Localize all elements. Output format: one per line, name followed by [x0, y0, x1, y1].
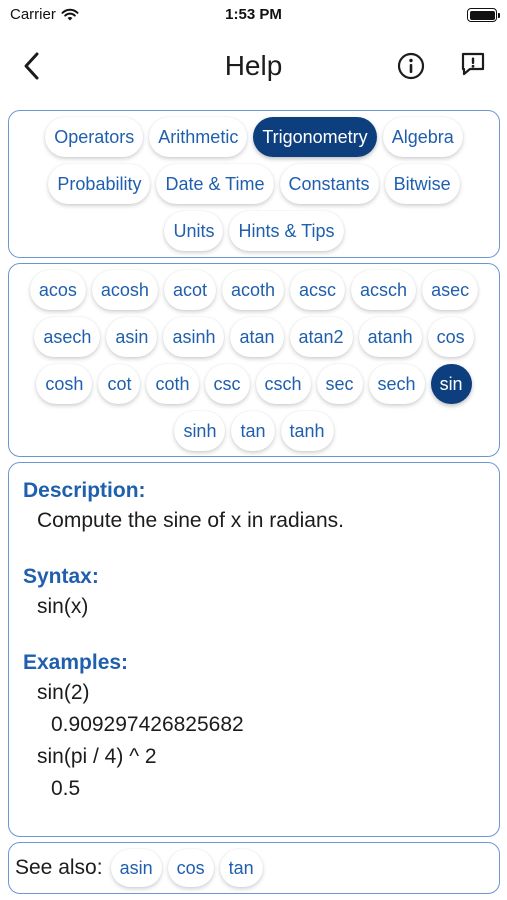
battery-icon	[467, 8, 500, 22]
function-chip-atanh[interactable]: atanh	[358, 317, 422, 357]
category-chip-list: Operators Arithmetic Trigonometry Algebra Pr…	[9, 111, 499, 257]
function-chip-acsch[interactable]: acsch	[351, 270, 417, 310]
function-panel: acos acosh acot acoth acsc acsch asec asech asin…	[8, 263, 500, 457]
exclamation-bubble-icon	[461, 52, 485, 76]
function-chip-asin[interactable]: asin	[106, 317, 158, 357]
example-output: 0.5	[51, 777, 81, 800]
category-chip-algebra[interactable]: Algebra	[382, 117, 463, 157]
category-chip-bitwise[interactable]: Bitwise	[384, 164, 460, 204]
syntax-heading: Syntax:	[23, 565, 99, 588]
function-chip-acosh[interactable]: acosh	[91, 270, 158, 310]
function-chip-sinh[interactable]: sinh	[174, 411, 226, 451]
function-chip-asech[interactable]: asech	[34, 317, 101, 357]
function-chip-sech[interactable]: sech	[368, 364, 425, 404]
function-chip-cosh[interactable]: cosh	[36, 364, 93, 404]
see-also-chip-tan[interactable]: tan	[219, 849, 263, 887]
function-detail-panel: Description: Compute the sine of x in ra…	[8, 462, 500, 837]
status-time: 1:53 PM	[225, 6, 282, 23]
function-chip-cos[interactable]: cos	[427, 317, 474, 357]
navigation-bar: Help	[0, 36, 507, 96]
function-chip-acos[interactable]: acos	[29, 270, 86, 310]
syntax-text: sin(x)	[37, 595, 89, 618]
category-chip-arithmetic[interactable]: Arithmetic	[149, 117, 248, 157]
status-bar: Carrier 1:53 PM	[0, 0, 507, 32]
category-chip-constants[interactable]: Constants	[279, 164, 379, 204]
see-also-chip-cos[interactable]: cos	[167, 849, 214, 887]
example-output: 0.909297426825682	[51, 713, 244, 736]
category-chip-date-and-time[interactable]: Date & Time	[156, 164, 274, 204]
see-also-panel: See also: asin cos tan	[8, 842, 500, 894]
examples-heading: Examples:	[23, 651, 129, 674]
description-text: Compute the sine of x in radians.	[37, 509, 345, 532]
function-chip-atan2[interactable]: atan2	[289, 317, 353, 357]
category-panel: Operators Arithmetic Trigonometry Algebra Pr…	[8, 110, 500, 258]
function-chip-asinh[interactable]: asinh	[163, 317, 225, 357]
function-chip-acoth[interactable]: acoth	[221, 270, 285, 310]
function-chip-tanh[interactable]: tanh	[280, 411, 334, 451]
category-chip-units[interactable]: Units	[164, 211, 224, 251]
function-chip-csch[interactable]: csch	[255, 364, 311, 404]
function-chip-list: acos acosh acot acoth acsc acsch asec asech asin…	[9, 264, 499, 457]
function-chip-tan[interactable]: tan	[231, 411, 275, 451]
category-chip-probability[interactable]: Probability	[48, 164, 151, 204]
description-heading: Description:	[23, 479, 146, 502]
function-chip-acot[interactable]: acot	[163, 270, 216, 310]
function-chip-acsc[interactable]: acsc	[290, 270, 346, 310]
function-chip-coth[interactable]: coth	[146, 364, 199, 404]
category-chip-operators[interactable]: Operators	[45, 117, 144, 157]
function-chip-cot[interactable]: cot	[98, 364, 141, 404]
page-title: Help	[224, 50, 283, 81]
function-chip-sin[interactable]: sin	[430, 364, 472, 404]
function-chip-sec[interactable]: sec	[316, 364, 363, 404]
category-chip-trigonometry[interactable]: Trigonometry	[253, 117, 377, 157]
see-also-label: See also:	[15, 856, 103, 879]
example-input: sin(pi / 4) ^ 2	[37, 745, 157, 768]
info-button[interactable]	[395, 50, 427, 82]
function-chip-asec[interactable]: asec	[422, 270, 479, 310]
example-input: sin(2)	[37, 681, 90, 704]
function-chip-atan[interactable]: atan	[230, 317, 284, 357]
function-chip-csc[interactable]: csc	[204, 364, 250, 404]
see-also-chip-asin[interactable]: asin	[110, 849, 162, 887]
category-chip-hints-and-tips[interactable]: Hints & Tips	[229, 211, 344, 251]
info-circle-icon	[397, 52, 425, 80]
feedback-button[interactable]	[457, 48, 489, 80]
